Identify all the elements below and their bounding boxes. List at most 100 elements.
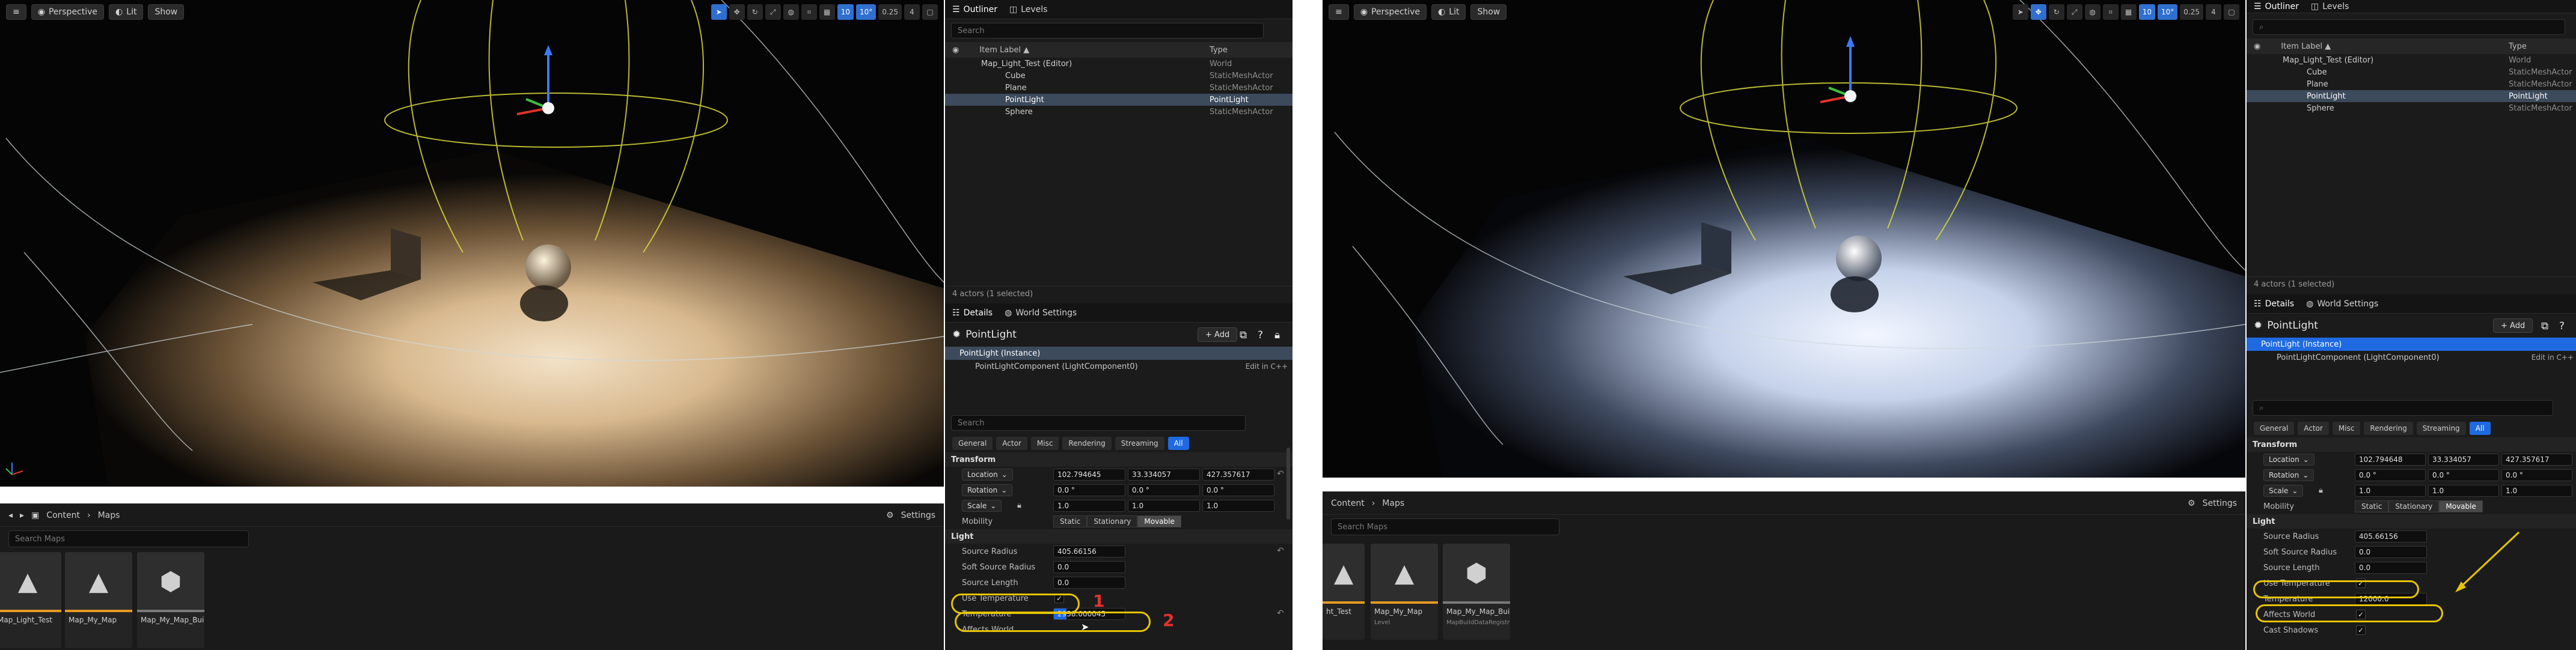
rotation-y-field[interactable]: 0.0 ° bbox=[2428, 469, 2499, 481]
tab-levels[interactable]: ◫ Levels bbox=[2311, 2, 2349, 11]
table-row[interactable]: Plane StaticMeshActor bbox=[2247, 78, 2576, 90]
viewport-menu-button[interactable]: ≡ bbox=[6, 4, 26, 20]
component-row[interactable]: PointLightComponent (LightComponent0) Ed… bbox=[945, 360, 1293, 373]
scale-x-field[interactable]: 1.0 bbox=[2355, 485, 2426, 497]
mobility-stationary[interactable]: Stationary bbox=[1087, 515, 1138, 527]
mobility-selector[interactable]: Static Stationary Movable bbox=[2355, 500, 2483, 512]
table-row[interactable]: Plane StaticMeshActor bbox=[945, 82, 1293, 94]
source-radius-field[interactable]: 405.66156 bbox=[2355, 530, 2427, 542]
table-row[interactable]: Sphere StaticMeshActor bbox=[2247, 102, 2576, 114]
lock-icon[interactable]: 🔒︎ bbox=[1274, 329, 1280, 341]
mobility-selector[interactable]: Static Stationary Movable bbox=[1053, 515, 1181, 527]
settings-gear-icon[interactable]: ⚙ bbox=[2188, 499, 2195, 508]
lit-button[interactable]: ◐ Lit bbox=[109, 4, 144, 20]
tab-details[interactable]: ☷ Details bbox=[952, 308, 993, 318]
scale-z-field[interactable]: 1.0 bbox=[2501, 485, 2572, 497]
blueprint-icon[interactable]: ⧉ bbox=[2541, 320, 2548, 332]
tab-outliner[interactable]: ☰ Outliner bbox=[2254, 2, 2299, 11]
blueprint-icon[interactable]: ⧉ bbox=[1240, 329, 1247, 341]
rotation-z-field[interactable]: 0.0 ° bbox=[1202, 484, 1274, 496]
add-component-button[interactable]: + Add bbox=[1198, 327, 1238, 342]
asset-tile[interactable]: ▲ ht_Test bbox=[1323, 544, 1365, 640]
details-search-input[interactable]: Search bbox=[951, 415, 1246, 431]
section-transform[interactable]: Transform bbox=[2247, 437, 2576, 452]
viewport-menu-button[interactable]: ≡ bbox=[1329, 4, 1349, 20]
filter-all[interactable]: All bbox=[1167, 437, 1189, 450]
move-tool-icon[interactable]: ✥ bbox=[729, 4, 745, 20]
rotation-z-field[interactable]: 0.0 ° bbox=[2501, 469, 2572, 481]
scale-dropdown[interactable]: Scale ⌄ bbox=[2263, 485, 2304, 497]
mobility-static[interactable]: Static bbox=[1053, 515, 1088, 527]
asset-tile[interactable]: ▲ Map_My_Map bbox=[65, 552, 132, 648]
camera-speed-value[interactable]: 4 bbox=[2206, 4, 2221, 20]
edit-cpp-link[interactable]: Edit in C++ bbox=[2532, 353, 2574, 362]
component-row[interactable]: PointLightComponent (LightComponent0) Ed… bbox=[2247, 351, 2576, 364]
camera-speed-value[interactable]: 4 bbox=[904, 4, 920, 20]
outliner-search-input[interactable]: ⌕ bbox=[2253, 19, 2565, 35]
settings-gear-icon[interactable]: ⚙ bbox=[886, 511, 894, 520]
rotation-snap-value[interactable]: 10° bbox=[856, 4, 877, 20]
filter-misc[interactable]: Misc bbox=[1030, 437, 1059, 450]
lock-icon[interactable]: 🔒︎ bbox=[1017, 501, 1021, 510]
location-z-field[interactable]: 427.357617 bbox=[1202, 469, 1274, 481]
soft-source-radius-field[interactable]: 0.0 bbox=[1053, 561, 1125, 573]
filter-streaming[interactable]: Streaming bbox=[2416, 422, 2466, 435]
filter-streaming[interactable]: Streaming bbox=[1115, 437, 1164, 450]
table-row[interactable]: Sphere StaticMeshActor bbox=[945, 106, 1293, 118]
snap-surface-icon[interactable]: ⌗ bbox=[2102, 4, 2119, 20]
filter-actor[interactable]: Actor bbox=[996, 437, 1027, 450]
details-search-input[interactable]: ⌕ bbox=[2253, 400, 2553, 416]
help-icon[interactable]: ? bbox=[2559, 320, 2565, 332]
show-button[interactable]: Show bbox=[1470, 4, 1507, 20]
mobility-static[interactable]: Static bbox=[2355, 500, 2389, 512]
location-x-field[interactable]: 102.794648 bbox=[2355, 454, 2426, 466]
tab-details[interactable]: ☷ Details bbox=[2254, 299, 2294, 309]
grid-snap-value[interactable]: 10 bbox=[2138, 4, 2155, 20]
instance-row[interactable]: PointLight (Instance) bbox=[945, 347, 1293, 360]
scale-y-field[interactable]: 1.0 bbox=[1128, 500, 1200, 512]
asset-tile[interactable]: ⬢ Map_My_Map_BuiltData bbox=[137, 552, 204, 648]
tab-levels[interactable]: ◫ Levels bbox=[1009, 5, 1047, 14]
column-type[interactable]: Type bbox=[1210, 46, 1228, 55]
table-row[interactable]: Cube StaticMeshActor bbox=[945, 70, 1293, 82]
back-arrow-icon[interactable]: ◂ bbox=[8, 511, 13, 520]
viewport-right[interactable]: ≡ ◉ Perspective ◐ Lit Show ➤ ✥ ↻ ⤢ ◍ ⌗ ▦ 1… bbox=[1323, 0, 2245, 478]
soft-source-radius-field[interactable]: 0.0 bbox=[2355, 546, 2427, 558]
scale-dropdown[interactable]: Scale ⌄ bbox=[962, 500, 1002, 512]
source-length-field[interactable]: 0.0 bbox=[2355, 562, 2427, 574]
tab-world-settings[interactable]: ◍ World Settings bbox=[1005, 308, 1077, 318]
instance-row[interactable]: PointLight (Instance) bbox=[2247, 338, 2576, 351]
section-light[interactable]: Light bbox=[945, 529, 1293, 544]
maximize-icon[interactable]: ▢ bbox=[922, 4, 938, 20]
scale-x-field[interactable]: 1.0 bbox=[1053, 500, 1125, 512]
filter-rendering[interactable]: Rendering bbox=[2364, 422, 2413, 435]
location-z-field[interactable]: 427.357617 bbox=[2501, 454, 2572, 466]
maximize-icon[interactable]: ▢ bbox=[2224, 4, 2239, 20]
column-item-label[interactable]: Item Label ▲ bbox=[2260, 42, 2331, 51]
rotation-snap-value[interactable]: 10° bbox=[2158, 4, 2178, 20]
tab-outliner[interactable]: ☰ Outliner bbox=[952, 5, 997, 14]
scale-z-field[interactable]: 1.0 bbox=[1202, 500, 1274, 512]
eye-icon[interactable]: ◉ bbox=[2247, 42, 2260, 51]
tab-world-settings[interactable]: ◍ World Settings bbox=[2306, 299, 2378, 309]
asset-tile[interactable]: ▲ Map_My_Map Level bbox=[1371, 544, 1438, 640]
breadcrumb-content[interactable]: Content bbox=[46, 511, 80, 520]
settings-button[interactable]: Settings bbox=[2203, 499, 2237, 508]
cast-shadows-checkbox[interactable]: ✓ bbox=[2356, 625, 2366, 635]
table-row[interactable]: Map_Light_Test (Editor) World bbox=[2247, 54, 2576, 66]
filter-general[interactable]: General bbox=[2254, 422, 2295, 435]
edit-cpp-link[interactable]: Edit in C++ bbox=[1246, 362, 1288, 371]
grid-snap-value[interactable]: 10 bbox=[837, 4, 854, 20]
source-length-field[interactable]: 0.0 bbox=[1053, 577, 1125, 589]
rotation-y-field[interactable]: 0.0 ° bbox=[1128, 484, 1200, 496]
table-row[interactable]: Cube StaticMeshActor bbox=[2247, 66, 2576, 78]
reset-icon[interactable]: ↶ bbox=[1277, 469, 1284, 479]
reset-icon[interactable]: ↶ bbox=[1277, 609, 1284, 618]
perspective-button[interactable]: ◉ Perspective bbox=[1353, 4, 1427, 20]
filter-rendering[interactable]: Rendering bbox=[1062, 437, 1112, 450]
asset-tile[interactable]: ▲ Map_Light_Test bbox=[0, 552, 61, 648]
column-type[interactable]: Type bbox=[2509, 42, 2527, 51]
scale-tool-icon[interactable]: ⤢ bbox=[2066, 4, 2082, 20]
mobility-movable[interactable]: Movable bbox=[2439, 500, 2483, 512]
filter-actor[interactable]: Actor bbox=[2298, 422, 2329, 435]
